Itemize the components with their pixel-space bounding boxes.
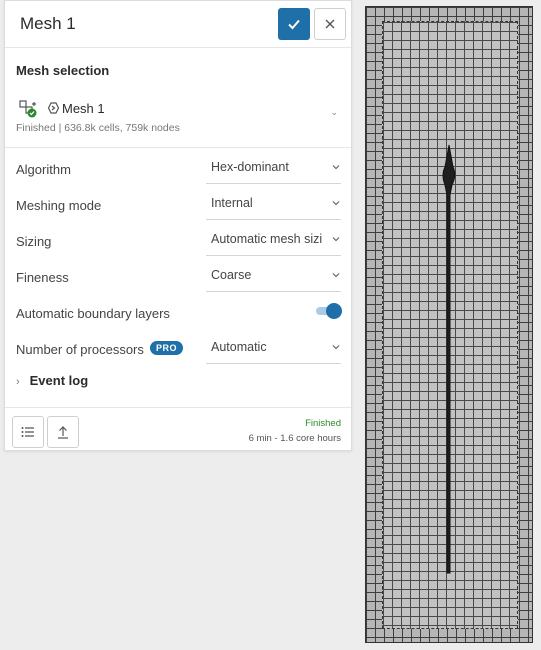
chevron-down-icon: [332, 201, 340, 206]
event-log-label: Event log: [29, 373, 89, 388]
chevron-down-icon: [332, 273, 340, 278]
pro-badge: PRO: [150, 341, 184, 355]
sizing-label: Sizing: [16, 234, 52, 249]
mesh-geometry: [442, 144, 456, 574]
mesh-item-icons: [18, 99, 62, 119]
processors-value: Automatic: [211, 340, 267, 354]
export-button[interactable]: [47, 416, 79, 448]
setting-row-algorithm: Algorithm Hex-dominant: [16, 153, 342, 189]
confirm-button[interactable]: [278, 8, 310, 40]
meshing-mode-label: Meshing mode: [16, 198, 102, 213]
mesh-viewport[interactable]: [365, 6, 533, 643]
run-status: Finished: [305, 418, 341, 429]
event-log-toggle[interactable]: › Event log: [16, 373, 88, 388]
setting-row-processors: Number of processors PRO Automatic: [16, 333, 342, 369]
meshing-mode-select[interactable]: Internal: [206, 189, 341, 220]
meshing-mode-value: Internal: [211, 196, 253, 210]
mesh-item-status: Finished | 636.8k cells, 759k nodes: [16, 122, 180, 134]
run-time: 6 min - 1.6 core hours: [248, 433, 341, 444]
divider: [5, 147, 351, 148]
chevron-down-icon: [332, 345, 340, 350]
sizing-value: Automatic mesh sizi: [211, 232, 323, 246]
chevron-down-icon: [332, 237, 340, 242]
processors-select[interactable]: Automatic: [206, 333, 341, 364]
mesh-selection-item[interactable]: Mesh 1 Finished | 636.8k cells, 759k nod…: [16, 97, 338, 137]
mesh-settings-panel: Mesh 1 Mesh selection Mesh 1 Finished | …: [4, 0, 352, 451]
close-icon: [325, 19, 335, 29]
algorithm-select[interactable]: Hex-dominant: [206, 153, 341, 184]
check-icon: [288, 19, 300, 30]
boundary-layers-toggle[interactable]: [316, 303, 342, 319]
fineness-value: Coarse: [211, 268, 252, 282]
fineness-label: Fineness: [16, 270, 69, 285]
setting-row-fineness: Fineness Coarse: [16, 261, 342, 297]
setting-row-meshing-mode: Meshing mode Internal: [16, 189, 342, 225]
panel-header: Mesh 1: [5, 1, 351, 48]
upload-icon: [58, 426, 68, 439]
close-button[interactable]: [314, 8, 346, 40]
mesh-geometry-icon: [19, 100, 60, 118]
mesh-item-name: Mesh 1: [62, 101, 105, 116]
list-icon: [21, 427, 34, 437]
boundary-layers-label: Automatic boundary layers: [16, 306, 170, 321]
mesh-selection-title: Mesh selection: [16, 63, 110, 78]
chevron-down-icon: [332, 165, 340, 170]
sizing-select[interactable]: Automatic mesh sizi: [206, 225, 341, 256]
fineness-select[interactable]: Coarse: [206, 261, 341, 292]
chevron-right-icon: ›: [16, 376, 20, 388]
list-button[interactable]: [12, 416, 44, 448]
panel-title: Mesh 1: [20, 14, 76, 33]
algorithm-value: Hex-dominant: [211, 160, 289, 174]
setting-row-sizing: Sizing Automatic mesh sizi: [16, 225, 342, 261]
processors-label: Number of processors: [16, 342, 144, 357]
chevron-down-icon[interactable]: ⌄: [330, 107, 338, 118]
toggle-knob: [326, 303, 342, 319]
panel-footer: Finished 6 min - 1.6 core hours: [5, 407, 351, 453]
setting-row-boundary-layers: Automatic boundary layers: [16, 297, 342, 333]
algorithm-label: Algorithm: [16, 162, 71, 177]
